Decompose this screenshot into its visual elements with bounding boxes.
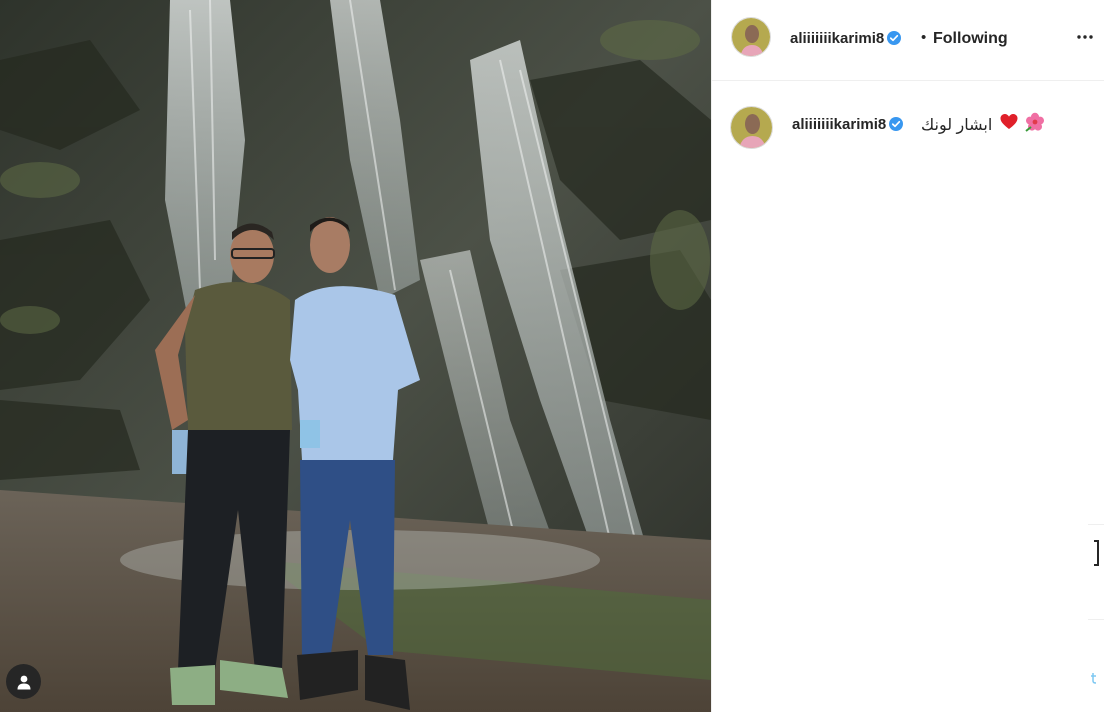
user-icon: [17, 675, 30, 689]
comment-author-username[interactable]: aliiiiiiikarimi8: [792, 116, 904, 133]
username-text[interactable]: aliiiiiiikarimi8: [792, 116, 886, 133]
post-author-username[interactable]: aliiiiiiikarimi8: [790, 30, 902, 47]
more-options-button[interactable]: [1076, 28, 1094, 51]
verified-badge-icon: [887, 31, 902, 45]
verified-badge-icon: [889, 117, 904, 131]
caption-emojis: [999, 112, 1045, 132]
username-text[interactable]: aliiiiiiikarimi8: [790, 30, 884, 47]
partial-glyph-icon: [1091, 673, 1097, 684]
avatar[interactable]: [730, 106, 773, 149]
avatar[interactable]: [731, 17, 771, 57]
caption-text: ابشار لونك: [921, 117, 993, 134]
post-sidebar: aliiiiiiikarimi8 • Following aliiiiiiika…: [711, 0, 1104, 712]
caption-comment: aliiiiiiikarimi8 ابشار لونك: [712, 104, 1104, 154]
hibiscus-icon: [1025, 112, 1044, 132]
avatar-image: [732, 18, 770, 56]
post-photo[interactable]: [0, 0, 711, 712]
separator-dot: •: [921, 29, 927, 46]
panel-edge-decoration: [1088, 524, 1104, 684]
red-heart-icon: [1000, 114, 1018, 129]
post-header: aliiiiiiikarimi8 • Following: [712, 0, 1104, 81]
following-button[interactable]: Following: [933, 30, 1008, 48]
waterfall-photo: [0, 0, 711, 712]
avatar-image: [731, 107, 772, 148]
bracket-icon: [1094, 540, 1099, 566]
tagged-users-button[interactable]: [6, 664, 41, 699]
more-dots-icon: [1077, 35, 1093, 39]
